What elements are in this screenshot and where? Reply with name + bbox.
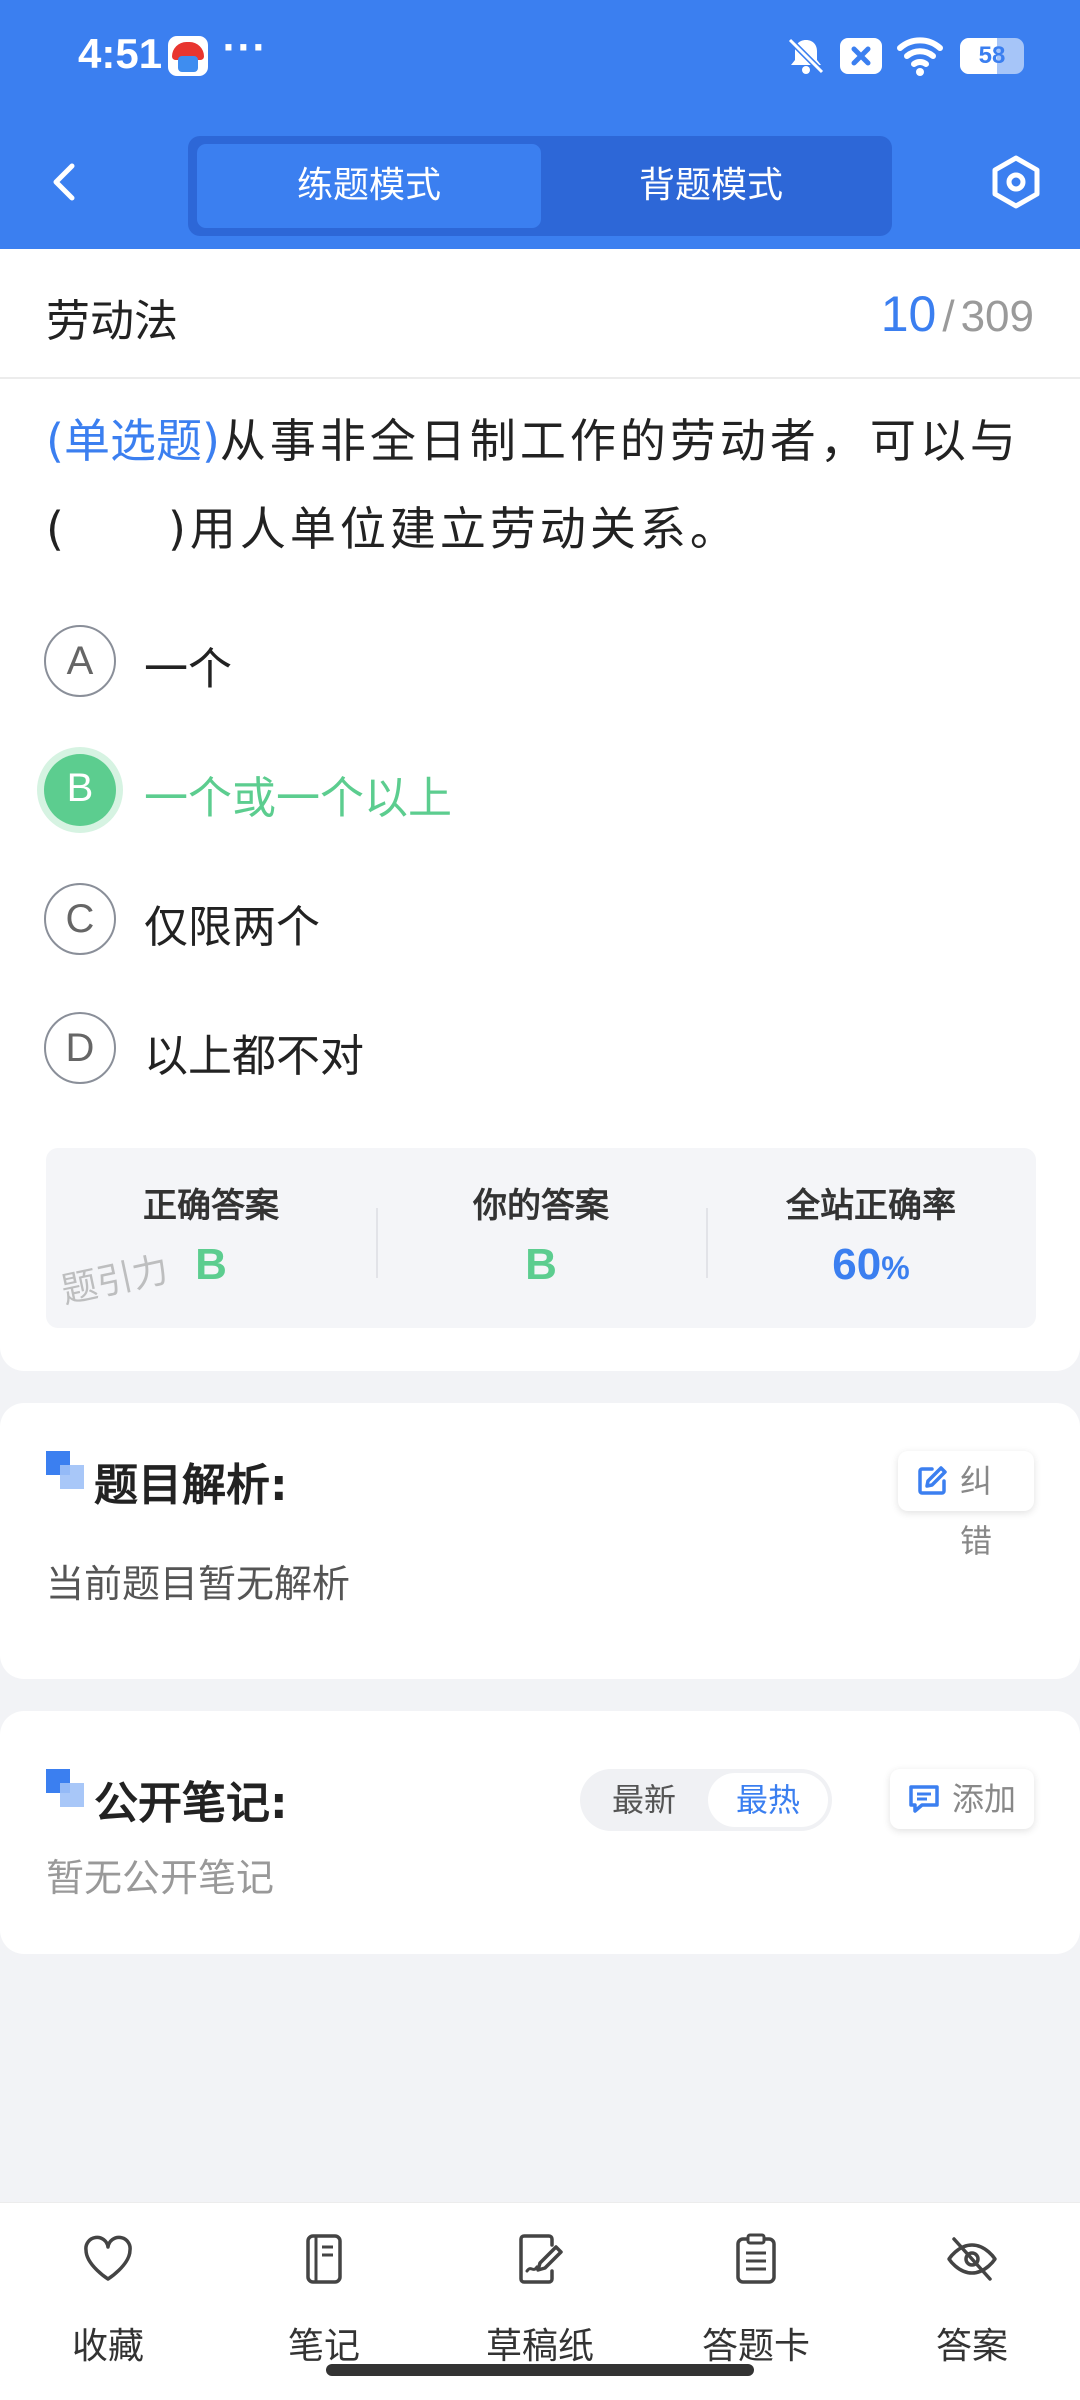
status-time: 4:51 <box>78 30 163 77</box>
comment-add-icon <box>909 1785 939 1813</box>
correct-answer-label: 正确答案 <box>143 1186 279 1226</box>
section-icon <box>46 1451 84 1489</box>
favorite-button[interactable]: 收藏 <box>0 2225 216 2367</box>
add-note-button[interactable]: 添加 <box>890 1769 1034 1829</box>
your-answer-value: B <box>525 1240 557 1289</box>
option-c[interactable]: C 仅限两个 <box>44 883 944 959</box>
report-error-button[interactable]: 纠错 <box>898 1451 1034 1560</box>
tab-practice-mode[interactable]: 练题模式 <box>197 144 541 228</box>
show-answer-label: 答案 <box>935 2326 1008 2367</box>
question-card: 劳动法 10/309 (单选题)从事非全日制工作的劳动者，可以与( )用人单位建… <box>0 249 1080 1371</box>
wifi-icon <box>897 37 943 76</box>
your-answer: 你的答案 B <box>376 1148 706 1328</box>
answer-sheet-label: 答题卡 <box>701 2326 810 2367</box>
bell-off-icon <box>787 37 825 75</box>
notes-button[interactable]: 笔记 <box>216 2225 432 2367</box>
status-bar: 4:51 ··· 58 <box>0 0 1080 120</box>
answer-sheet-icon <box>736 2233 776 2284</box>
option-b[interactable]: B 一个或一个以上 <box>44 754 944 830</box>
analysis-title: 题目解析: <box>94 1460 288 1511</box>
sort-hot-tab[interactable]: 最热 <box>708 1773 828 1827</box>
option-text: 一个 <box>144 644 232 695</box>
option-a[interactable]: A 一个 <box>44 625 944 701</box>
option-letter: A <box>44 625 116 697</box>
option-letter: D <box>44 1012 116 1084</box>
settings-hexagon-icon[interactable] <box>986 152 1046 212</box>
subject-title: 劳动法 <box>46 296 178 347</box>
home-indicator[interactable] <box>326 2364 754 2376</box>
nav-bar: 练题模式 背题模式 <box>0 120 1080 249</box>
answer-sheet-button[interactable]: 答题卡 <box>648 2225 864 2367</box>
status-icons: 58 <box>784 34 1024 78</box>
question-stem: (单选题)从事非全日制工作的劳动者，可以与( )用人单位建立劳动关系。 <box>46 397 1036 573</box>
draft-paper-label: 草稿纸 <box>485 2326 594 2367</box>
report-error-label: 纠错 <box>960 1462 993 1560</box>
option-letter: C <box>44 883 116 955</box>
eye-off-icon <box>947 2237 997 2281</box>
option-d[interactable]: D 以上都不对 <box>44 1012 944 1088</box>
back-button[interactable] <box>36 152 96 212</box>
site-accuracy-unit: % <box>881 1250 910 1286</box>
app-notification-icon <box>168 36 208 76</box>
progress-current: 10 <box>880 286 937 342</box>
battery-level: 58 <box>978 42 1006 69</box>
option-text: 仅限两个 <box>144 902 320 953</box>
progress-total: 309 <box>960 292 1034 341</box>
header: 4:51 ··· 58 练题模式 背题模式 <box>0 0 1080 249</box>
sort-latest-tab[interactable]: 最新 <box>584 1773 704 1827</box>
edit-icon <box>918 1466 947 1495</box>
tab-memorize-mode[interactable]: 背题模式 <box>539 144 883 228</box>
option-text: 一个或一个以上 <box>144 773 452 824</box>
status-more-indicator: ··· <box>222 28 267 68</box>
site-accuracy-label: 全站正确率 <box>786 1186 956 1226</box>
close-badge-icon <box>840 38 882 74</box>
site-accuracy-value: 60% <box>706 1240 1036 1290</box>
mode-switch: 练题模式 背题模式 <box>188 136 892 236</box>
question-progress[interactable]: 10/309 <box>881 285 1034 343</box>
answer-panel: 正确答案 B 你的答案 B 全站正确率 60% 题引力 <box>46 1148 1036 1328</box>
analysis-card: 题目解析: 纠错 当前题目暂无解析 <box>0 1403 1080 1679</box>
your-answer-label: 你的答案 <box>473 1186 609 1226</box>
notes-label: 笔记 <box>287 2326 360 2367</box>
subject-row: 劳动法 10/309 <box>0 249 1080 379</box>
notes-empty-text: 暂无公开笔记 <box>46 1856 275 1900</box>
battery-icon: 58 <box>960 38 1024 74</box>
notes-title: 公开笔记: <box>94 1778 288 1829</box>
draft-paper-button[interactable]: 草稿纸 <box>432 2225 648 2367</box>
section-icon <box>46 1769 84 1807</box>
option-letter: B <box>44 754 116 826</box>
notebook-icon <box>306 2234 342 2284</box>
draft-paper-icon <box>519 2234 563 2284</box>
notes-sort-switch: 最新 最热 <box>580 1769 832 1831</box>
public-notes-card: 公开笔记: 最新 最热 添加 暂无公开笔记 <box>0 1711 1080 1954</box>
heart-icon <box>84 2235 132 2281</box>
progress-separator: / <box>942 292 955 341</box>
analysis-content: 当前题目暂无解析 <box>46 1562 351 1606</box>
show-answer-button[interactable]: 答案 <box>864 2225 1080 2367</box>
question-type: (单选题) <box>46 414 220 468</box>
add-note-label: 添加 <box>952 1780 1017 1818</box>
site-accuracy: 全站正确率 60% <box>706 1148 1036 1328</box>
option-text: 以上都不对 <box>144 1031 364 1082</box>
site-accuracy-number: 60 <box>832 1240 882 1289</box>
favorite-label: 收藏 <box>71 2326 144 2367</box>
